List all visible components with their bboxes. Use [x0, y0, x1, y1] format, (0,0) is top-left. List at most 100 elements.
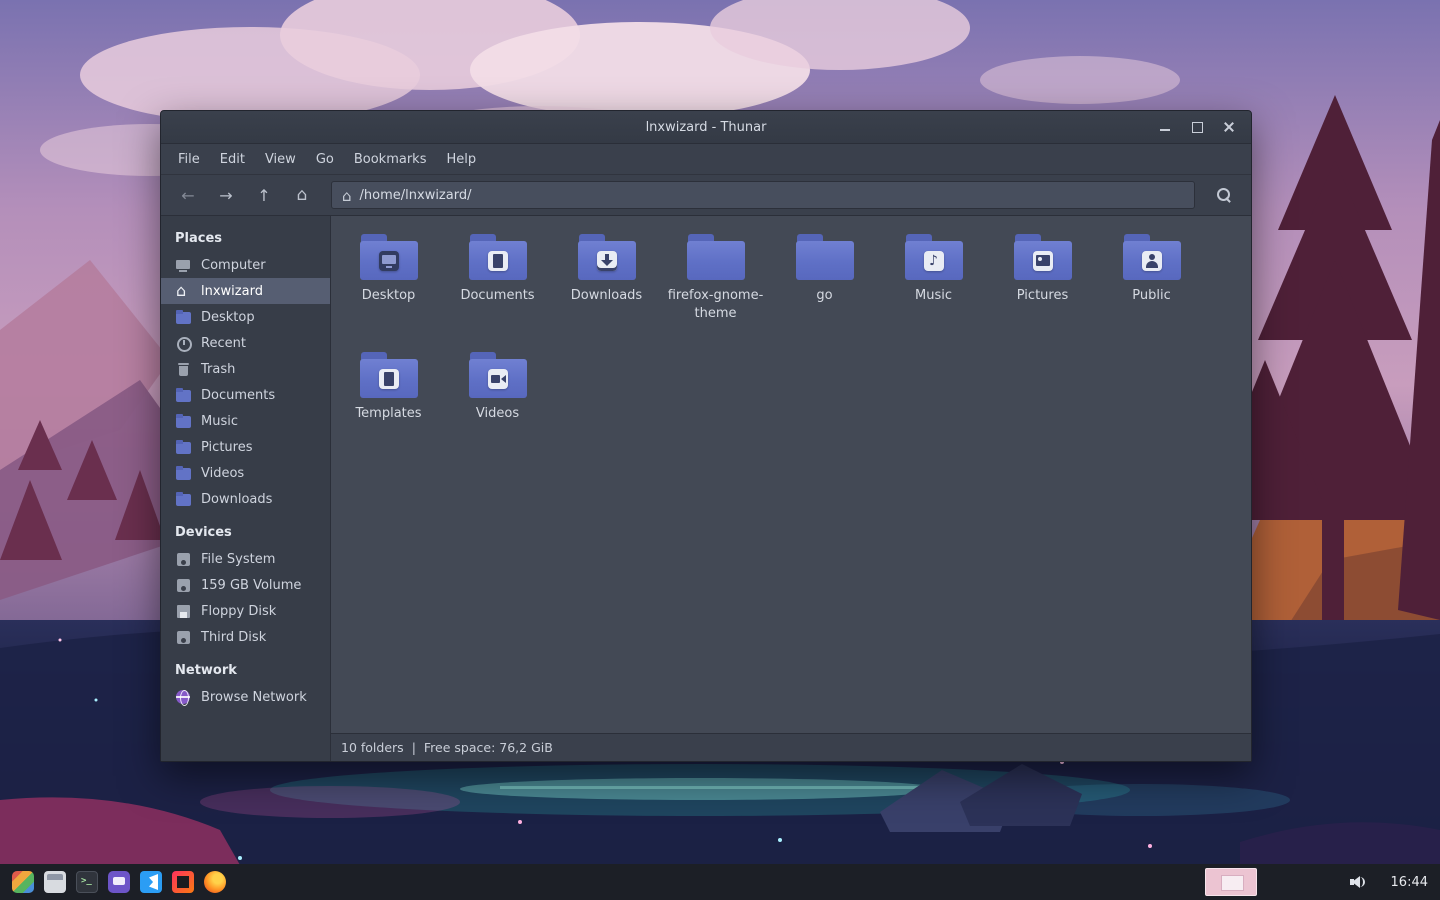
workspace-switcher[interactable]	[1204, 868, 1257, 896]
back-button[interactable]	[171, 182, 205, 209]
window-title: lnxwizard - Thunar	[645, 119, 767, 135]
up-button[interactable]	[247, 182, 281, 209]
desktop-emblem-icon	[378, 251, 399, 271]
person-emblem-icon	[1141, 251, 1162, 271]
file-public[interactable]: Public	[1097, 224, 1206, 342]
close-button[interactable]	[1221, 119, 1237, 135]
menu-help[interactable]: Help	[446, 152, 476, 167]
sidebar-item-third-disk[interactable]: Third Disk	[161, 624, 330, 650]
page-emblem-icon	[487, 251, 508, 271]
sidebar-item-159-gb-volume[interactable]: 159 GB Volume	[161, 572, 330, 598]
file-music[interactable]: Music	[879, 224, 988, 342]
sidebar-item-pictures[interactable]: Pictures	[161, 434, 330, 460]
volume-icon[interactable]	[1349, 874, 1367, 890]
file-label: Templates	[355, 406, 422, 421]
sidebar-item-label: Computer	[201, 257, 266, 273]
network-icon	[175, 689, 192, 706]
minimize-button[interactable]	[1157, 119, 1173, 135]
menubar: File Edit View Go Bookmarks Help	[161, 144, 1251, 175]
sidebar-item-documents[interactable]: Documents	[161, 382, 330, 408]
sidebar-section-network: Network	[175, 663, 237, 678]
vscode-icon[interactable]	[140, 871, 162, 893]
forward-button[interactable]	[209, 182, 243, 209]
sidebar-item-desktop[interactable]: Desktop	[161, 304, 330, 330]
music-emblem-icon	[923, 251, 944, 271]
page-emblem-icon	[378, 369, 399, 389]
menu-view[interactable]: View	[265, 152, 296, 167]
app-menu-icon[interactable]	[12, 871, 34, 893]
search-button[interactable]	[1207, 182, 1241, 209]
file-downloads[interactable]: Downloads	[552, 224, 661, 342]
file-label: Music	[915, 288, 952, 303]
intellij-icon[interactable]	[172, 871, 194, 893]
downloads-icon	[175, 491, 192, 508]
file-templates[interactable]: Templates	[334, 342, 443, 460]
folder-icon	[468, 234, 527, 280]
thunar-window: lnxwizard - Thunar File Edit View Go Bookmar…	[160, 110, 1252, 762]
sidebar-item-downloads[interactable]: Downloads	[161, 486, 330, 512]
menu-go[interactable]: Go	[316, 152, 334, 167]
menu-bookmarks[interactable]: Bookmarks	[354, 152, 427, 167]
path-text: /home/lnxwizard/	[359, 187, 472, 203]
titlebar[interactable]: lnxwizard - Thunar	[161, 111, 1251, 144]
sidebar-item-label: Floppy Disk	[201, 603, 277, 619]
sidebar-item-label: Browse Network	[201, 689, 307, 705]
firefox-icon[interactable]	[204, 871, 226, 893]
folder-icon	[686, 234, 745, 280]
sidebar-item-floppy-disk[interactable]: Floppy Disk	[161, 598, 330, 624]
sidebar-item-label: Videos	[201, 465, 245, 481]
main-column: Desktop Documents Downloads firefox-gnome-t…	[331, 216, 1251, 761]
file-documents[interactable]: Documents	[443, 224, 552, 342]
sidebar-item-label: Pictures	[201, 439, 253, 455]
file-label: Videos	[475, 406, 520, 421]
file-label: Documents	[460, 288, 535, 303]
path-bar[interactable]: /home/lnxwizard/	[331, 181, 1195, 209]
drive-icon	[175, 577, 192, 594]
file-grid: Desktop Documents Downloads firefox-gnome-t…	[334, 224, 1248, 460]
sidebar-item-label: Third Disk	[201, 629, 267, 645]
file-view[interactable]: Desktop Documents Downloads firefox-gnome-t…	[331, 216, 1251, 733]
home-button[interactable]	[285, 182, 319, 209]
folder-icon	[359, 234, 418, 280]
folder-icon	[359, 352, 418, 398]
sidebar-item-videos[interactable]: Videos	[161, 460, 330, 486]
maximize-button[interactable]	[1189, 119, 1205, 135]
status-folder-count: 10 folders	[341, 740, 404, 755]
sidebar-item-trash[interactable]: Trash	[161, 356, 330, 382]
file-pictures[interactable]: Pictures	[988, 224, 1097, 342]
sidebar-item-recent[interactable]: Recent	[161, 330, 330, 356]
file-go[interactable]: go	[770, 224, 879, 342]
computer-icon	[175, 257, 192, 274]
sidebar-item-music[interactable]: Music	[161, 408, 330, 434]
status-free-space: Free space: 76,2 GiB	[423, 740, 553, 755]
file-manager-icon[interactable]	[44, 871, 66, 893]
file-firefox-gnome-theme[interactable]: firefox-gnome-theme	[661, 224, 770, 342]
file-label: Desktop	[361, 288, 416, 303]
menu-file[interactable]: File	[178, 152, 200, 167]
camera-emblem-icon	[487, 369, 508, 389]
sidebar-section-places: Places	[175, 231, 223, 246]
statusbar: 10 folders | Free space: 76,2 GiB	[331, 733, 1251, 761]
file-videos[interactable]: Videos	[443, 342, 552, 460]
music-icon	[175, 413, 192, 430]
sidebar-item-label: Recent	[201, 335, 246, 351]
sidebar-item-browse-network[interactable]: Browse Network	[161, 684, 330, 710]
menu-edit[interactable]: Edit	[220, 152, 245, 167]
taskbar-clock[interactable]: 16:44	[1391, 875, 1428, 890]
sidebar: Places Computer lnxwizard Desktop Recent Tras…	[161, 216, 331, 761]
trash-icon	[175, 361, 192, 378]
file-label: Pictures	[1016, 288, 1069, 303]
sidebar-item-lnxwizard[interactable]: lnxwizard	[161, 278, 330, 304]
content-row: Places Computer lnxwizard Desktop Recent Tras…	[161, 216, 1251, 761]
search-icon	[1216, 187, 1232, 203]
download-emblem-icon	[596, 251, 617, 271]
sidebar-item-file-system[interactable]: File System	[161, 546, 330, 572]
chat-app-icon[interactable]	[108, 871, 130, 893]
file-desktop[interactable]: Desktop	[334, 224, 443, 342]
folder-icon	[577, 234, 636, 280]
terminal-icon[interactable]	[76, 871, 98, 893]
sidebar-item-label: File System	[201, 551, 276, 567]
folder-icon	[1122, 234, 1181, 280]
file-label: go	[816, 288, 833, 303]
sidebar-item-computer[interactable]: Computer	[161, 252, 330, 278]
